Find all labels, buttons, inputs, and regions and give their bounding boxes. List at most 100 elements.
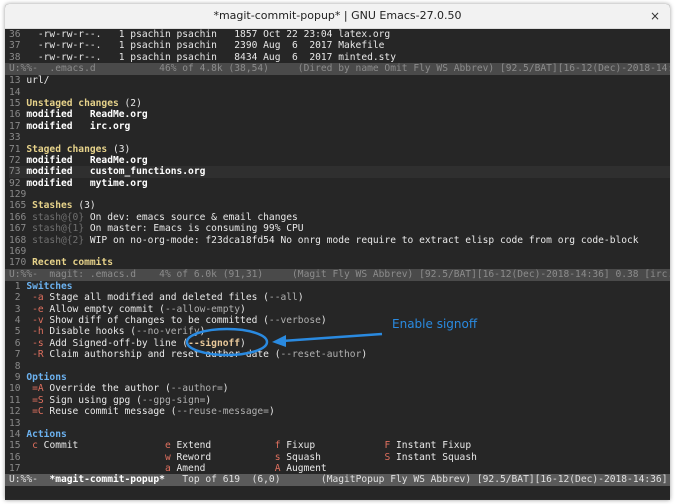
buffer-line[interactable]: 71 Staged changes (3) — [9, 144, 670, 155]
line-text: url/ — [26, 75, 50, 87]
line-number: 8 — [9, 360, 21, 372]
line-text: modified custom_functions.org — [26, 166, 206, 178]
buffer-line[interactable]: 13 url/ — [9, 75, 670, 86]
modeline-info: Top of 619 (6,0) (MagitPopup Fly WS Abbr… — [164, 474, 670, 486]
line-text: Options — [26, 371, 67, 383]
magit-status-pane[interactable]: 13 url/14 15 Unstaged changes (2) 16 modif… — [5, 75, 670, 269]
line-text: Amend — [170, 463, 275, 475]
buffer-line[interactable]: 17 a Amend A Augment — [9, 463, 670, 474]
line-text: Disable hooks ( — [43, 326, 137, 338]
line-number: 92 — [9, 177, 27, 189]
line-text: Augment — [280, 463, 327, 475]
buffer-line[interactable]: 15 Unstaged changes (2) — [9, 98, 670, 109]
buffer-line[interactable]: 5 -h Disable hooks (--no-verify) — [9, 326, 670, 337]
buffer-line[interactable]: 9 Options — [9, 372, 670, 383]
line-text: Allow empty commit ( — [43, 303, 165, 315]
buffer-line[interactable]: 8 — [9, 361, 670, 372]
line-number: 167 — [9, 223, 33, 235]
line-number: 38 — [9, 51, 27, 63]
popup-key: -h — [26, 326, 44, 338]
buffer-line[interactable]: 72 modified ReadMe.org — [9, 155, 670, 166]
line-text: modified ReadMe.org — [26, 154, 148, 166]
magit-commit-popup-pane[interactable]: 1 Switches 2 -a Stage all modified and d… — [5, 280, 670, 475]
annotation-label: Enable signoff — [392, 317, 478, 331]
buffer-line[interactable]: 36 -rw-rw-r--. 1 psachin psachin 1857 Oc… — [9, 29, 670, 40]
popup-key: =A — [26, 383, 44, 395]
line-number: 14 — [9, 428, 27, 440]
buffer-line[interactable]: 15 c Commit e Extend f Fixup F Instant F… — [9, 440, 670, 451]
buffer-line[interactable]: 168 stash@{2} WIP on no-org-mode: f23dca… — [9, 235, 670, 246]
line-text: ) — [240, 303, 246, 315]
line-text: Show diff of changes to be committed ( — [43, 314, 269, 326]
line-text: ) — [240, 337, 246, 349]
buffer-line[interactable]: 6 -s Add Signed-off-by line (--signoff) — [9, 338, 670, 349]
buffer-line[interactable]: 33 — [9, 132, 670, 143]
line-text: On master: Emacs is consuming 99% CPU — [84, 223, 304, 235]
emacs-window: *magit-commit-popup* | GNU Emacs-27.0.50… — [5, 4, 670, 500]
buffer-line[interactable]: 16 modified ReadMe.org — [9, 109, 670, 120]
line-text: Instant Fixup — [390, 440, 472, 452]
buffer-line[interactable]: 166 stash@{0} On dev: emacs source & ema… — [9, 212, 670, 223]
line-number: 37 — [9, 40, 27, 52]
buffer-line[interactable]: 13 — [9, 418, 670, 429]
popup-key: c — [26, 440, 38, 452]
buffer-line[interactable]: 73 modified custom_functions.org — [9, 166, 670, 178]
line-number: 5 — [9, 326, 27, 338]
line-number: 3 — [9, 303, 27, 315]
line-number: 168 — [9, 234, 33, 246]
buffer-line[interactable]: 17 modified irc.org — [9, 121, 670, 132]
buffer-line[interactable]: 169 — [9, 246, 670, 257]
dired-modeline: U:%%- .emacs.d 46% of 4.8k (38,54) (Dire… — [5, 63, 670, 76]
line-text: (3) — [72, 200, 96, 212]
buffer-line[interactable]: 1 Switches — [9, 281, 670, 292]
minibuffer[interactable] — [5, 486, 670, 500]
buffer-line[interactable]: 92 modified mytime.org — [9, 178, 670, 189]
popup-key: =C — [26, 406, 44, 418]
buffer-line[interactable]: 4 -v Show diff of changes to be committe… — [9, 315, 670, 326]
buffer-line[interactable]: 12 =C Reuse commit message (--reuse-mess… — [9, 406, 670, 417]
line-text: Stashes — [32, 200, 73, 212]
line-number: 2 — [9, 292, 27, 304]
buffer-line[interactable]: 167 stash@{1} On master: Emacs is consum… — [9, 223, 670, 234]
buffer-line[interactable]: 2 -a Stage all modified and deleted file… — [9, 292, 670, 303]
line-text — [26, 452, 165, 463]
line-number: 170 — [9, 257, 33, 269]
line-text: --reuse-message= — [176, 406, 269, 418]
line-number: 6 — [9, 337, 27, 349]
buffer-line[interactable]: 129 — [9, 189, 670, 200]
line-number: 71 — [9, 143, 27, 155]
dired-pane[interactable]: 36 -rw-rw-r--. 1 psachin psachin 1857 Oc… — [5, 29, 670, 64]
line-number: 33 — [9, 132, 21, 144]
line-number: 129 — [9, 189, 27, 201]
line-text: --all — [268, 292, 298, 304]
line-number: 36 — [9, 29, 27, 40]
buffer-line[interactable]: 7 -R Claim authorship and reset author d… — [9, 349, 670, 360]
line-number: 17 — [9, 463, 27, 475]
buffer-line[interactable]: 11 =S Sign using gpg (--gpg-sign=) — [9, 395, 670, 406]
buffer-line[interactable]: 14 Actions — [9, 429, 670, 440]
buffer-line[interactable]: 10 =A Override the author (--author=) — [9, 383, 670, 394]
buffer-line[interactable]: 170 Recent commits — [9, 257, 670, 268]
line-text: --allow-empty — [164, 303, 241, 315]
buffer-line[interactable]: 37 -rw-rw-r--. 1 psachin psachin 2390 Au… — [9, 40, 670, 51]
line-text: -rw-rw-r--. 1 psachin psachin 1857 Oct 2… — [26, 29, 391, 40]
line-text: ) — [268, 406, 275, 418]
buffer-line[interactable]: 38 -rw-rw-r--. 1 psachin psachin 8434 Au… — [9, 52, 670, 63]
popup-key: -s — [26, 337, 44, 349]
line-number: 7 — [9, 349, 27, 361]
close-icon[interactable]: × — [650, 4, 660, 28]
buffer-line[interactable]: 3 -e Allow empty commit (--allow-empty) — [9, 304, 670, 315]
buffer-line[interactable]: 165 Stashes (3) — [9, 200, 670, 211]
line-text: (2) — [118, 97, 142, 109]
line-text: ) — [222, 383, 229, 395]
line-number: 15 — [9, 97, 27, 109]
line-text: --author= — [170, 383, 223, 395]
line-text: --verbose — [268, 314, 321, 326]
buffer-line[interactable]: 14 — [9, 87, 670, 98]
line-number: 169 — [9, 246, 27, 258]
line-text: Extend — [170, 440, 275, 452]
line-text: On dev: emacs source & email changes — [84, 211, 298, 223]
buffer-line[interactable]: 16 w Reword s Squash S Instant Squash — [9, 452, 670, 463]
line-text: Commit — [37, 440, 165, 452]
line-text: -rw-rw-r--. 1 psachin psachin 8434 Aug 6… — [26, 51, 396, 63]
